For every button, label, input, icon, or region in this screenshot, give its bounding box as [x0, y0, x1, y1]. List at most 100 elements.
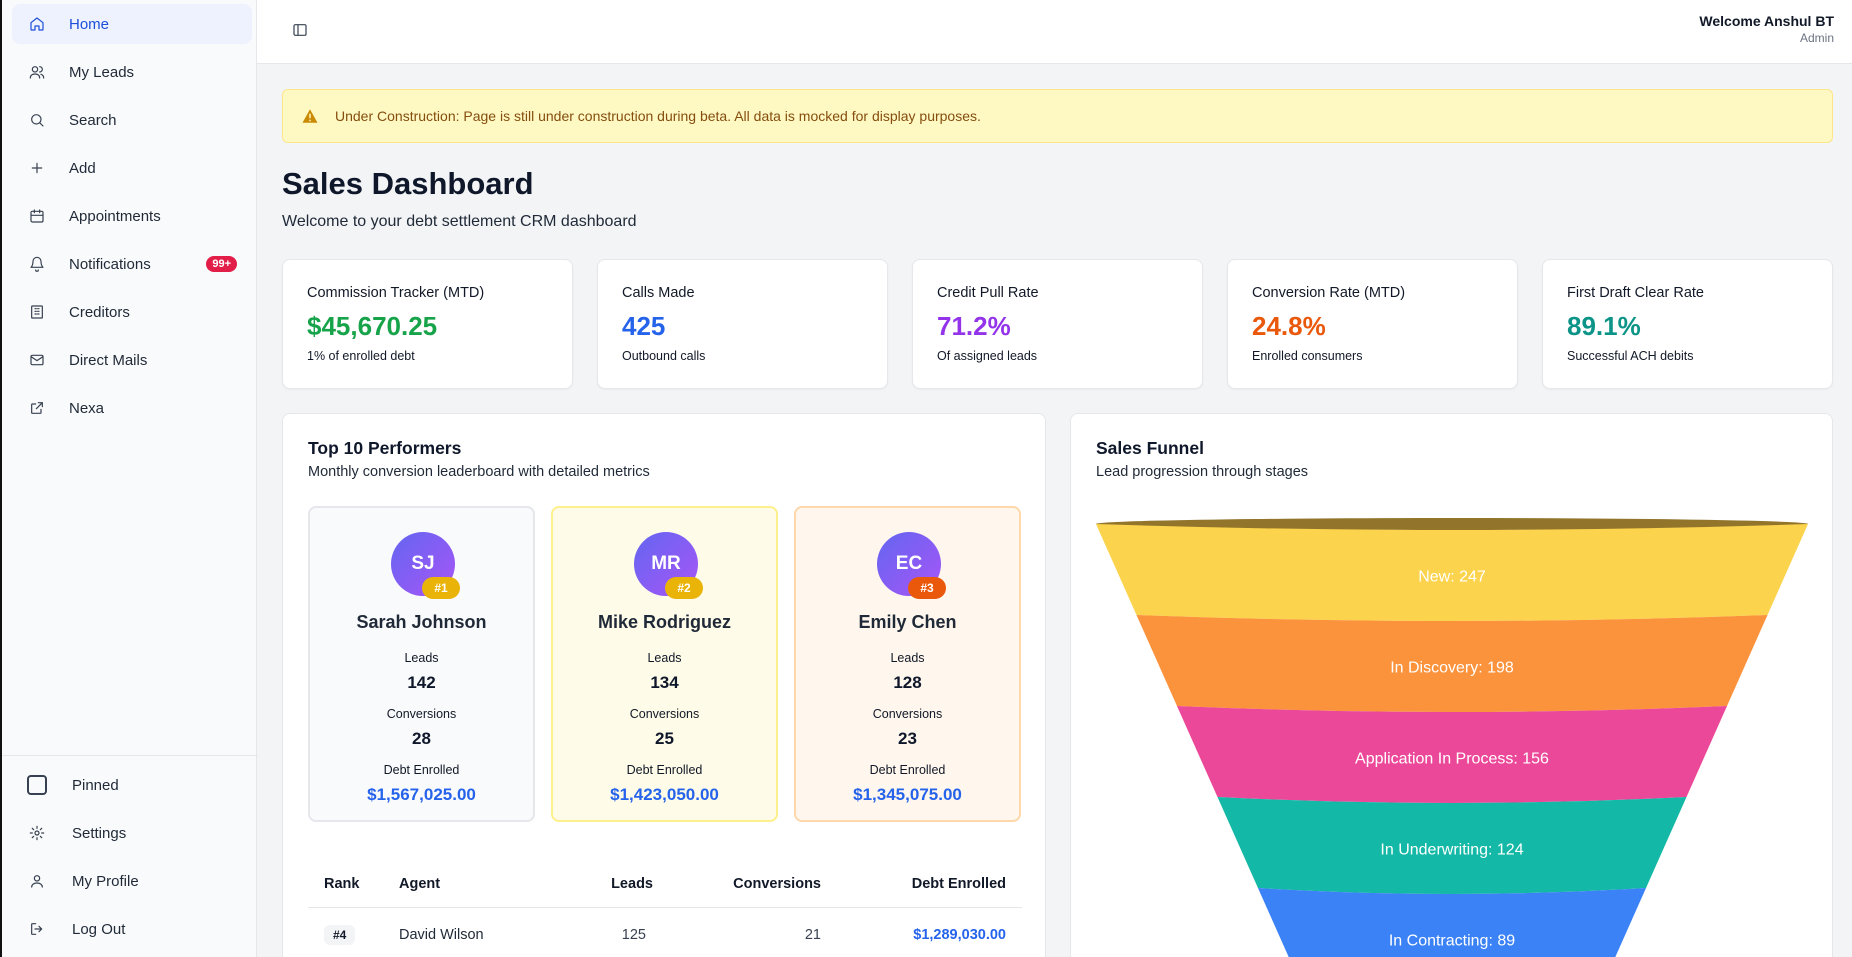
user-role: Admin	[1799, 31, 1834, 45]
stat-card-credit-pull: Credit Pull Rate 71.2% Of assigned leads	[912, 259, 1203, 389]
sidebar-item-label: Settings	[72, 824, 127, 842]
top-performer-card[interactable]: SJ #1 Sarah Johnson Leads 142 Conversion…	[308, 506, 535, 822]
notification-count-badge: 99+	[206, 256, 237, 272]
debt-value: $1,345,075.00	[853, 785, 962, 804]
sidebar-item-creditors[interactable]: Creditors	[12, 292, 252, 332]
top-performer-card[interactable]: MR #2 Mike Rodriguez Leads 134 Conversio…	[551, 506, 778, 822]
home-icon	[27, 14, 47, 34]
debt-value: $1,423,050.00	[610, 785, 719, 804]
stat-title: First Draft Clear Rate	[1567, 285, 1704, 301]
sales-funnel-chart: New: 247 In Discovery: 198 Application In …	[1096, 518, 1808, 957]
col-leads: Leads	[611, 875, 653, 892]
stat-value: 425	[622, 311, 666, 341]
stat-title: Calls Made	[622, 285, 695, 301]
leads-value: 134	[650, 673, 679, 692]
stat-subtitle: Of assigned leads	[937, 349, 1038, 363]
debt-label: Debt Enrolled	[383, 763, 460, 777]
sidebar-item-label: Creditors	[69, 303, 130, 321]
sidebar-item-label: Search	[69, 111, 117, 129]
table-row[interactable]: #4 David Wilson 125 21 $1,289,030.00	[308, 908, 1022, 957]
conversions-label: Conversions	[386, 707, 457, 721]
logout-icon	[27, 919, 47, 939]
stat-value: 24.8%	[1252, 311, 1326, 341]
funnel-stage-label: Application In Process: 156	[1355, 751, 1549, 768]
sidebar-item-pinned[interactable]: Pinned	[12, 765, 252, 805]
leads-cell: 125	[621, 926, 646, 943]
welcome-text: Welcome Anshul BT	[1699, 13, 1834, 29]
sidebar-item-log-out[interactable]: Log Out	[12, 909, 252, 949]
calendar-icon	[27, 206, 47, 226]
building-icon	[27, 302, 47, 322]
sidebar-item-label: My Leads	[69, 63, 135, 81]
sidebar-toggle-icon[interactable]	[292, 22, 308, 38]
debt-label: Debt Enrolled	[626, 763, 703, 777]
rank-pill: #4	[324, 924, 356, 945]
stat-subtitle: 1% of enrolled debt	[307, 349, 415, 363]
rank-badge: #3	[908, 577, 946, 599]
performer-name: Emily Chen	[858, 612, 957, 632]
sidebar-item-nexa[interactable]: Nexa	[12, 388, 252, 428]
stat-card-first-draft: First Draft Clear Rate 89.1% Successful …	[1542, 259, 1833, 389]
leads-label: Leads	[404, 651, 439, 665]
external-link-icon	[27, 398, 47, 418]
sidebar: Home My Leads Search Add Appointments No…	[0, 0, 258, 957]
bell-icon	[27, 254, 47, 274]
debt-cell: $1,289,030.00	[913, 926, 1006, 943]
rank-badge: #2	[665, 577, 703, 599]
leads-value: 142	[407, 673, 436, 692]
sidebar-item-search[interactable]: Search	[12, 100, 252, 140]
funnel-stage-label: In Underwriting: 124	[1380, 842, 1523, 859]
col-agent: Agent	[399, 875, 441, 892]
performer-name: Mike Rodriguez	[597, 612, 731, 632]
conversions-value: 25	[655, 729, 674, 748]
debt-label: Debt Enrolled	[869, 763, 946, 777]
conversions-value: 28	[412, 729, 431, 748]
sidebar-item-my-leads[interactable]: My Leads	[12, 52, 252, 92]
conversions-label: Conversions	[629, 707, 700, 721]
top-performer-card[interactable]: EC #3 Emily Chen Leads 128 Conversions 2…	[794, 506, 1021, 822]
user-welcome: Welcome Anshul BT Admin	[1699, 13, 1834, 45]
sidebar-item-label: Add	[69, 159, 96, 177]
search-icon	[27, 110, 47, 130]
leads-label: Leads	[647, 651, 682, 665]
stat-card-commission: Commission Tracker (MTD) $45,670.25 1% o…	[282, 259, 573, 389]
sales-funnel-panel: Sales Funnel Lead progression through st…	[1070, 413, 1833, 957]
performer-name: Sarah Johnson	[356, 612, 487, 632]
pin-box-icon	[27, 775, 47, 795]
sidebar-item-home[interactable]: Home	[12, 4, 252, 44]
performers-table-header: Rank Agent Leads Conversions Debt Enroll…	[308, 860, 1022, 908]
stat-title: Credit Pull Rate	[937, 285, 1039, 301]
page-title: Sales Dashboard	[282, 166, 534, 201]
sidebar-item-settings[interactable]: Settings	[12, 813, 252, 853]
sidebar-item-direct-mails[interactable]: Direct Mails	[12, 340, 252, 380]
sidebar-item-notifications[interactable]: Notifications 99+	[12, 244, 252, 284]
gear-icon	[27, 823, 47, 843]
sidebar-item-label: Pinned	[72, 776, 119, 794]
col-debt-enrolled: Debt Enrolled	[911, 875, 1006, 892]
sidebar-item-appointments[interactable]: Appointments	[12, 196, 252, 236]
user-icon	[27, 871, 47, 891]
plus-icon	[27, 158, 47, 178]
funnel-stage-label: In Discovery: 198	[1390, 660, 1514, 677]
conversions-value: 23	[898, 729, 917, 748]
sidebar-item-add[interactable]: Add	[12, 148, 252, 188]
mail-icon	[27, 350, 47, 370]
page-subtitle: Welcome to your debt settlement CRM dash…	[282, 213, 637, 230]
stat-subtitle: Enrolled consumers	[1252, 349, 1363, 363]
stat-card-conversion: Conversion Rate (MTD) 24.8% Enrolled con…	[1227, 259, 1518, 389]
stat-card-calls: Calls Made 425 Outbound calls	[597, 259, 888, 389]
debt-value: $1,567,025.00	[367, 785, 476, 804]
stat-subtitle: Outbound calls	[622, 349, 706, 363]
stat-value: 89.1%	[1567, 311, 1641, 341]
top-performers-panel: Top 10 Performers Monthly conversion lea…	[282, 413, 1046, 957]
users-icon	[27, 62, 47, 82]
rank-badge: #1	[422, 577, 460, 599]
sidebar-item-label: Log Out	[72, 920, 126, 938]
sidebar-item-my-profile[interactable]: My Profile	[12, 861, 252, 901]
sidebar-item-label: Notifications	[69, 255, 151, 273]
under-construction-alert: Under Construction: Page is still under …	[282, 89, 1833, 143]
top-bar: Welcome Anshul BT Admin	[257, 0, 1852, 64]
col-rank: Rank	[324, 875, 360, 892]
agent-name: David Wilson	[399, 926, 484, 943]
funnel-stage-label: In Contracting: 89	[1389, 933, 1515, 950]
